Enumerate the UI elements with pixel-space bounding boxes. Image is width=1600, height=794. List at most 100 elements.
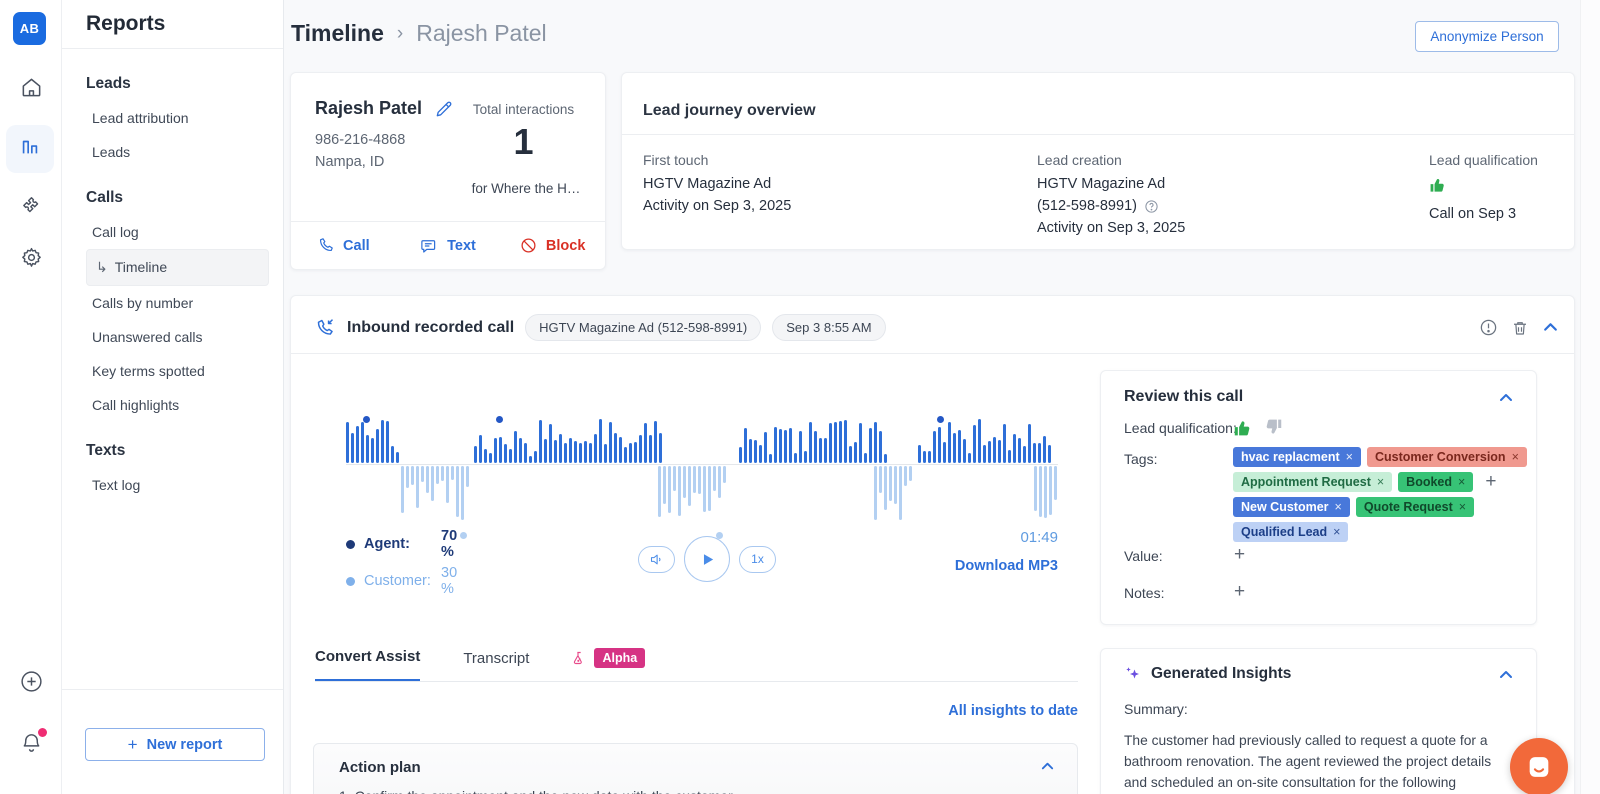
segment-marker-dot	[363, 416, 370, 423]
call-source-pill[interactable]: HGTV Magazine Ad (512-598-8991)	[525, 314, 761, 341]
tag-remove-icon[interactable]: ×	[1346, 450, 1353, 464]
agent-waveform-bar	[879, 431, 882, 463]
tag-chip[interactable]: Customer Conversion×	[1367, 447, 1527, 467]
tag-remove-icon[interactable]: ×	[1333, 525, 1340, 539]
alert-circle-icon	[1479, 318, 1498, 337]
tag-chip[interactable]: Qualified Lead×	[1233, 522, 1348, 542]
chat-widget-button[interactable]	[1510, 738, 1568, 794]
sidebar-item-lead-attribution[interactable]: Lead attribution	[86, 101, 269, 135]
tag-remove-icon[interactable]: ×	[1458, 475, 1465, 489]
agent-waveform-bar	[759, 445, 762, 463]
anonymize-person-button[interactable]: Anonymize Person	[1415, 21, 1559, 52]
tag-chip[interactable]: hvac replacment ×	[1233, 447, 1361, 467]
notification-dot	[38, 728, 47, 737]
agent-waveform-bar	[396, 452, 399, 463]
tab-transcript[interactable]: Transcript	[463, 650, 529, 681]
play-button[interactable]	[684, 536, 730, 582]
playback-speed-button[interactable]: 1x	[739, 546, 776, 573]
customer-waveform-bar	[1039, 466, 1042, 517]
integrations-nav-button[interactable]	[0, 193, 62, 221]
value-field-label: Value:	[1124, 548, 1163, 564]
notifications-button[interactable]	[0, 731, 62, 759]
call-button[interactable]: Call	[291, 237, 396, 254]
action-plan-first-item: 1. Confirm the appointment and the new d…	[339, 788, 1039, 794]
add-button[interactable]	[0, 669, 62, 699]
help-circle-icon[interactable]	[1144, 199, 1159, 214]
tag-chip[interactable]: Quote Request ×	[1356, 497, 1474, 517]
tag-label: hvac replacment	[1241, 450, 1340, 464]
thumbs-up-icon	[1429, 175, 1448, 194]
account-avatar[interactable]: AB	[13, 12, 46, 45]
tag-chip[interactable]: Appointment Request×	[1233, 472, 1392, 492]
nav-section-heading: Leads	[86, 75, 269, 93]
tag-chip[interactable]: New Customer×	[1233, 497, 1350, 517]
agent-waveform-bar	[559, 434, 562, 463]
call-datetime-pill[interactable]: Sep 3 8:55 AM	[772, 314, 885, 341]
tab-convert-assist[interactable]: Convert Assist	[315, 648, 420, 682]
sidebar-item-calls-by-number[interactable]: Calls by number	[86, 286, 269, 320]
edit-contact-button[interactable]	[434, 99, 454, 119]
text-button[interactable]: Text	[396, 237, 501, 255]
agent-waveform-bar	[789, 428, 792, 463]
agent-waveform-bar	[589, 443, 592, 463]
volume-button[interactable]	[638, 546, 675, 573]
agent-waveform-bar	[754, 440, 757, 463]
lead-qualification-column: Lead qualification Call on Sep 3	[1429, 149, 1538, 225]
tag-chip[interactable]: Booked×	[1398, 472, 1473, 492]
new-report-button[interactable]: + New report	[85, 728, 265, 761]
tag-label: Quote Request	[1364, 500, 1453, 514]
home-nav-button[interactable]	[0, 76, 62, 104]
agent-waveform-bar	[869, 428, 872, 463]
action-plan-collapse-button[interactable]	[1040, 759, 1055, 774]
agent-waveform-bar	[1023, 446, 1026, 463]
customer-waveform-bar	[426, 466, 429, 493]
sidebar-item-key-terms-spotted[interactable]: Key terms spotted	[86, 354, 269, 388]
sidebar-item-timeline[interactable]: ↳Timeline	[86, 249, 269, 286]
tag-remove-icon[interactable]: ×	[1459, 500, 1466, 514]
reports-sidebar: Reports LeadsLead attributionLeadsCallsC…	[62, 0, 284, 794]
contact-location: Nampa, ID	[315, 154, 384, 170]
agent-waveform-bar	[544, 439, 547, 463]
thumbs-down-button[interactable]	[1262, 417, 1283, 438]
insights-collapse-button[interactable]	[1498, 667, 1514, 683]
sidebar-item-call-highlights[interactable]: Call highlights	[86, 388, 269, 422]
all-insights-link[interactable]: All insights to date	[788, 703, 1078, 719]
sidebar-item-text-log[interactable]: Text log	[86, 468, 269, 502]
delete-call-button[interactable]	[1511, 319, 1529, 337]
agent-waveform-bar	[644, 423, 647, 463]
add-note-button[interactable]: +	[1234, 581, 1245, 603]
agent-waveform-bar	[809, 422, 812, 463]
breadcrumb-timeline-link[interactable]: Timeline	[291, 20, 384, 47]
agent-waveform-bar	[923, 451, 926, 463]
chat-bubble-icon	[420, 237, 438, 255]
agent-waveform-bar	[366, 435, 369, 463]
report-issue-button[interactable]	[1479, 318, 1498, 337]
agent-waveform-bar	[1003, 424, 1006, 463]
add-tag-button[interactable]: +	[1485, 475, 1496, 489]
collapse-call-button[interactable]	[1542, 319, 1559, 336]
agent-waveform-bar	[973, 425, 976, 463]
thumbs-up-button[interactable]	[1233, 417, 1254, 438]
first-touch-activity: Activity on Sep 3, 2025	[643, 195, 791, 217]
call-waveform[interactable]	[346, 416, 1058, 528]
first-touch-label: First touch	[643, 149, 791, 171]
plus-icon: +	[128, 735, 138, 755]
tag-remove-icon[interactable]: ×	[1512, 450, 1519, 464]
agent-waveform-bar	[774, 427, 777, 463]
sidebar-item-label: Unanswered calls	[92, 329, 203, 345]
tag-remove-icon[interactable]: ×	[1335, 500, 1342, 514]
tag-remove-icon[interactable]: ×	[1377, 475, 1384, 489]
agent-waveform-bar	[933, 431, 936, 463]
sidebar-item-call-log[interactable]: Call log	[86, 215, 269, 249]
block-button[interactable]: Block	[500, 237, 605, 254]
settings-nav-button[interactable]	[0, 246, 62, 274]
sidebar-item-leads[interactable]: Leads	[86, 135, 269, 169]
speaker-icon	[649, 552, 664, 567]
download-mp3-link[interactable]: Download MP3	[868, 558, 1058, 574]
review-collapse-button[interactable]	[1498, 390, 1514, 406]
reports-nav-button[interactable]	[6, 125, 54, 173]
action-plan-section: Action plan 1. Confirm the appointment a…	[313, 743, 1078, 794]
sidebar-item-unanswered-calls[interactable]: Unanswered calls	[86, 320, 269, 354]
add-value-button[interactable]: +	[1234, 544, 1245, 566]
agent-waveform-bar	[386, 421, 389, 463]
